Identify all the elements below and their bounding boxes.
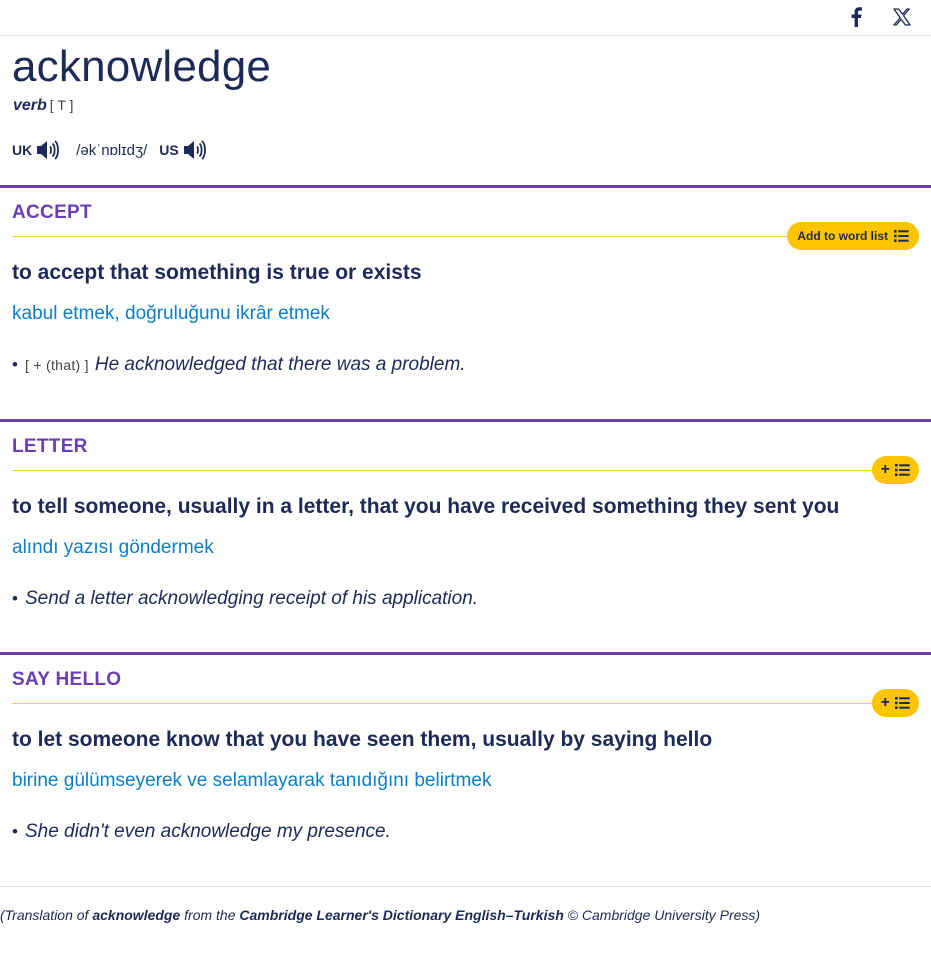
credit-open: (Translation of xyxy=(0,907,93,923)
bullet: • xyxy=(12,355,18,374)
example: • [ + (that) ] He acknowledged that ther… xyxy=(12,354,466,376)
facebook-icon[interactable] xyxy=(845,6,867,28)
divider xyxy=(12,236,915,237)
list-icon xyxy=(895,697,910,709)
credit-dictionary: Cambridge Learner's Dictionary English–T… xyxy=(239,907,564,923)
uk-label: UK xyxy=(12,142,33,158)
add-to-word-list-button[interactable]: Add to word list xyxy=(787,222,919,250)
example-sentence: He acknowledged that there was a problem… xyxy=(94,354,466,375)
bullet: • xyxy=(12,822,18,841)
plus-icon: + xyxy=(880,694,890,711)
definition: to tell someone, usually in a letter, th… xyxy=(12,495,840,518)
part-of-speech: verb xyxy=(13,97,47,114)
add-to-word-list-button[interactable]: + xyxy=(871,456,919,484)
credit-mid: from the xyxy=(180,907,240,923)
guideword: SAY HELLO xyxy=(12,669,122,690)
definition: to accept that something is true or exis… xyxy=(12,261,422,284)
sense-block: ACCEPT Add to word list to accept that s… xyxy=(0,185,931,418)
headword: acknowledge xyxy=(12,42,272,91)
guideword: ACCEPT xyxy=(12,202,92,223)
part-of-speech-line: verb[ T ] xyxy=(13,97,73,115)
plus-icon: + xyxy=(880,461,890,478)
add-to-word-list-button[interactable]: + xyxy=(871,689,919,717)
bullet: • xyxy=(12,589,18,608)
us-audio-icon[interactable] xyxy=(182,139,206,161)
list-icon xyxy=(894,230,909,242)
pronunciation: UK /əkˈnɒlɪdʒ/ US xyxy=(12,138,206,162)
translation-credit: (Translation of acknowledge from the Cam… xyxy=(0,907,760,923)
footer-divider xyxy=(0,886,931,887)
translation[interactable]: kabul etmek, doğruluğunu ikrâr etmek xyxy=(12,303,330,325)
uk-audio-icon[interactable] xyxy=(35,139,60,161)
add-to-word-list-label: Add to word list xyxy=(797,229,888,243)
grammar-code: [ T ] xyxy=(49,97,74,113)
credit-end: © Cambridge University Press) xyxy=(563,907,761,923)
definition: to let someone know that you have seen t… xyxy=(12,728,713,751)
sense-block: SAY HELLO + to let someone know that you… xyxy=(0,652,931,885)
x-icon[interactable] xyxy=(891,6,913,28)
divider xyxy=(12,703,915,704)
example-grammar: [ + (that) ] xyxy=(24,357,89,373)
list-icon xyxy=(895,464,910,476)
credit-word: acknowledge xyxy=(92,907,181,923)
translation[interactable]: alındı yazısı göndermek xyxy=(12,537,214,559)
guideword: LETTER xyxy=(12,436,88,457)
sense-block: LETTER + to tell someone, usually in a l… xyxy=(0,419,931,652)
ipa-transcription: /əkˈnɒlɪdʒ/ xyxy=(76,141,148,159)
example: • Send a letter acknowledging receipt of… xyxy=(12,588,478,610)
us-label: US xyxy=(159,142,179,158)
example: • She didn't even acknowledge my presenc… xyxy=(12,821,391,843)
example-sentence: She didn't even acknowledge my presence. xyxy=(24,821,391,842)
example-sentence: Send a letter acknowledging receipt of h… xyxy=(24,588,479,609)
translation[interactable]: birine gülümseyerek ve selamlayarak tanı… xyxy=(12,770,491,792)
divider xyxy=(12,470,915,471)
top-bar xyxy=(0,0,931,36)
